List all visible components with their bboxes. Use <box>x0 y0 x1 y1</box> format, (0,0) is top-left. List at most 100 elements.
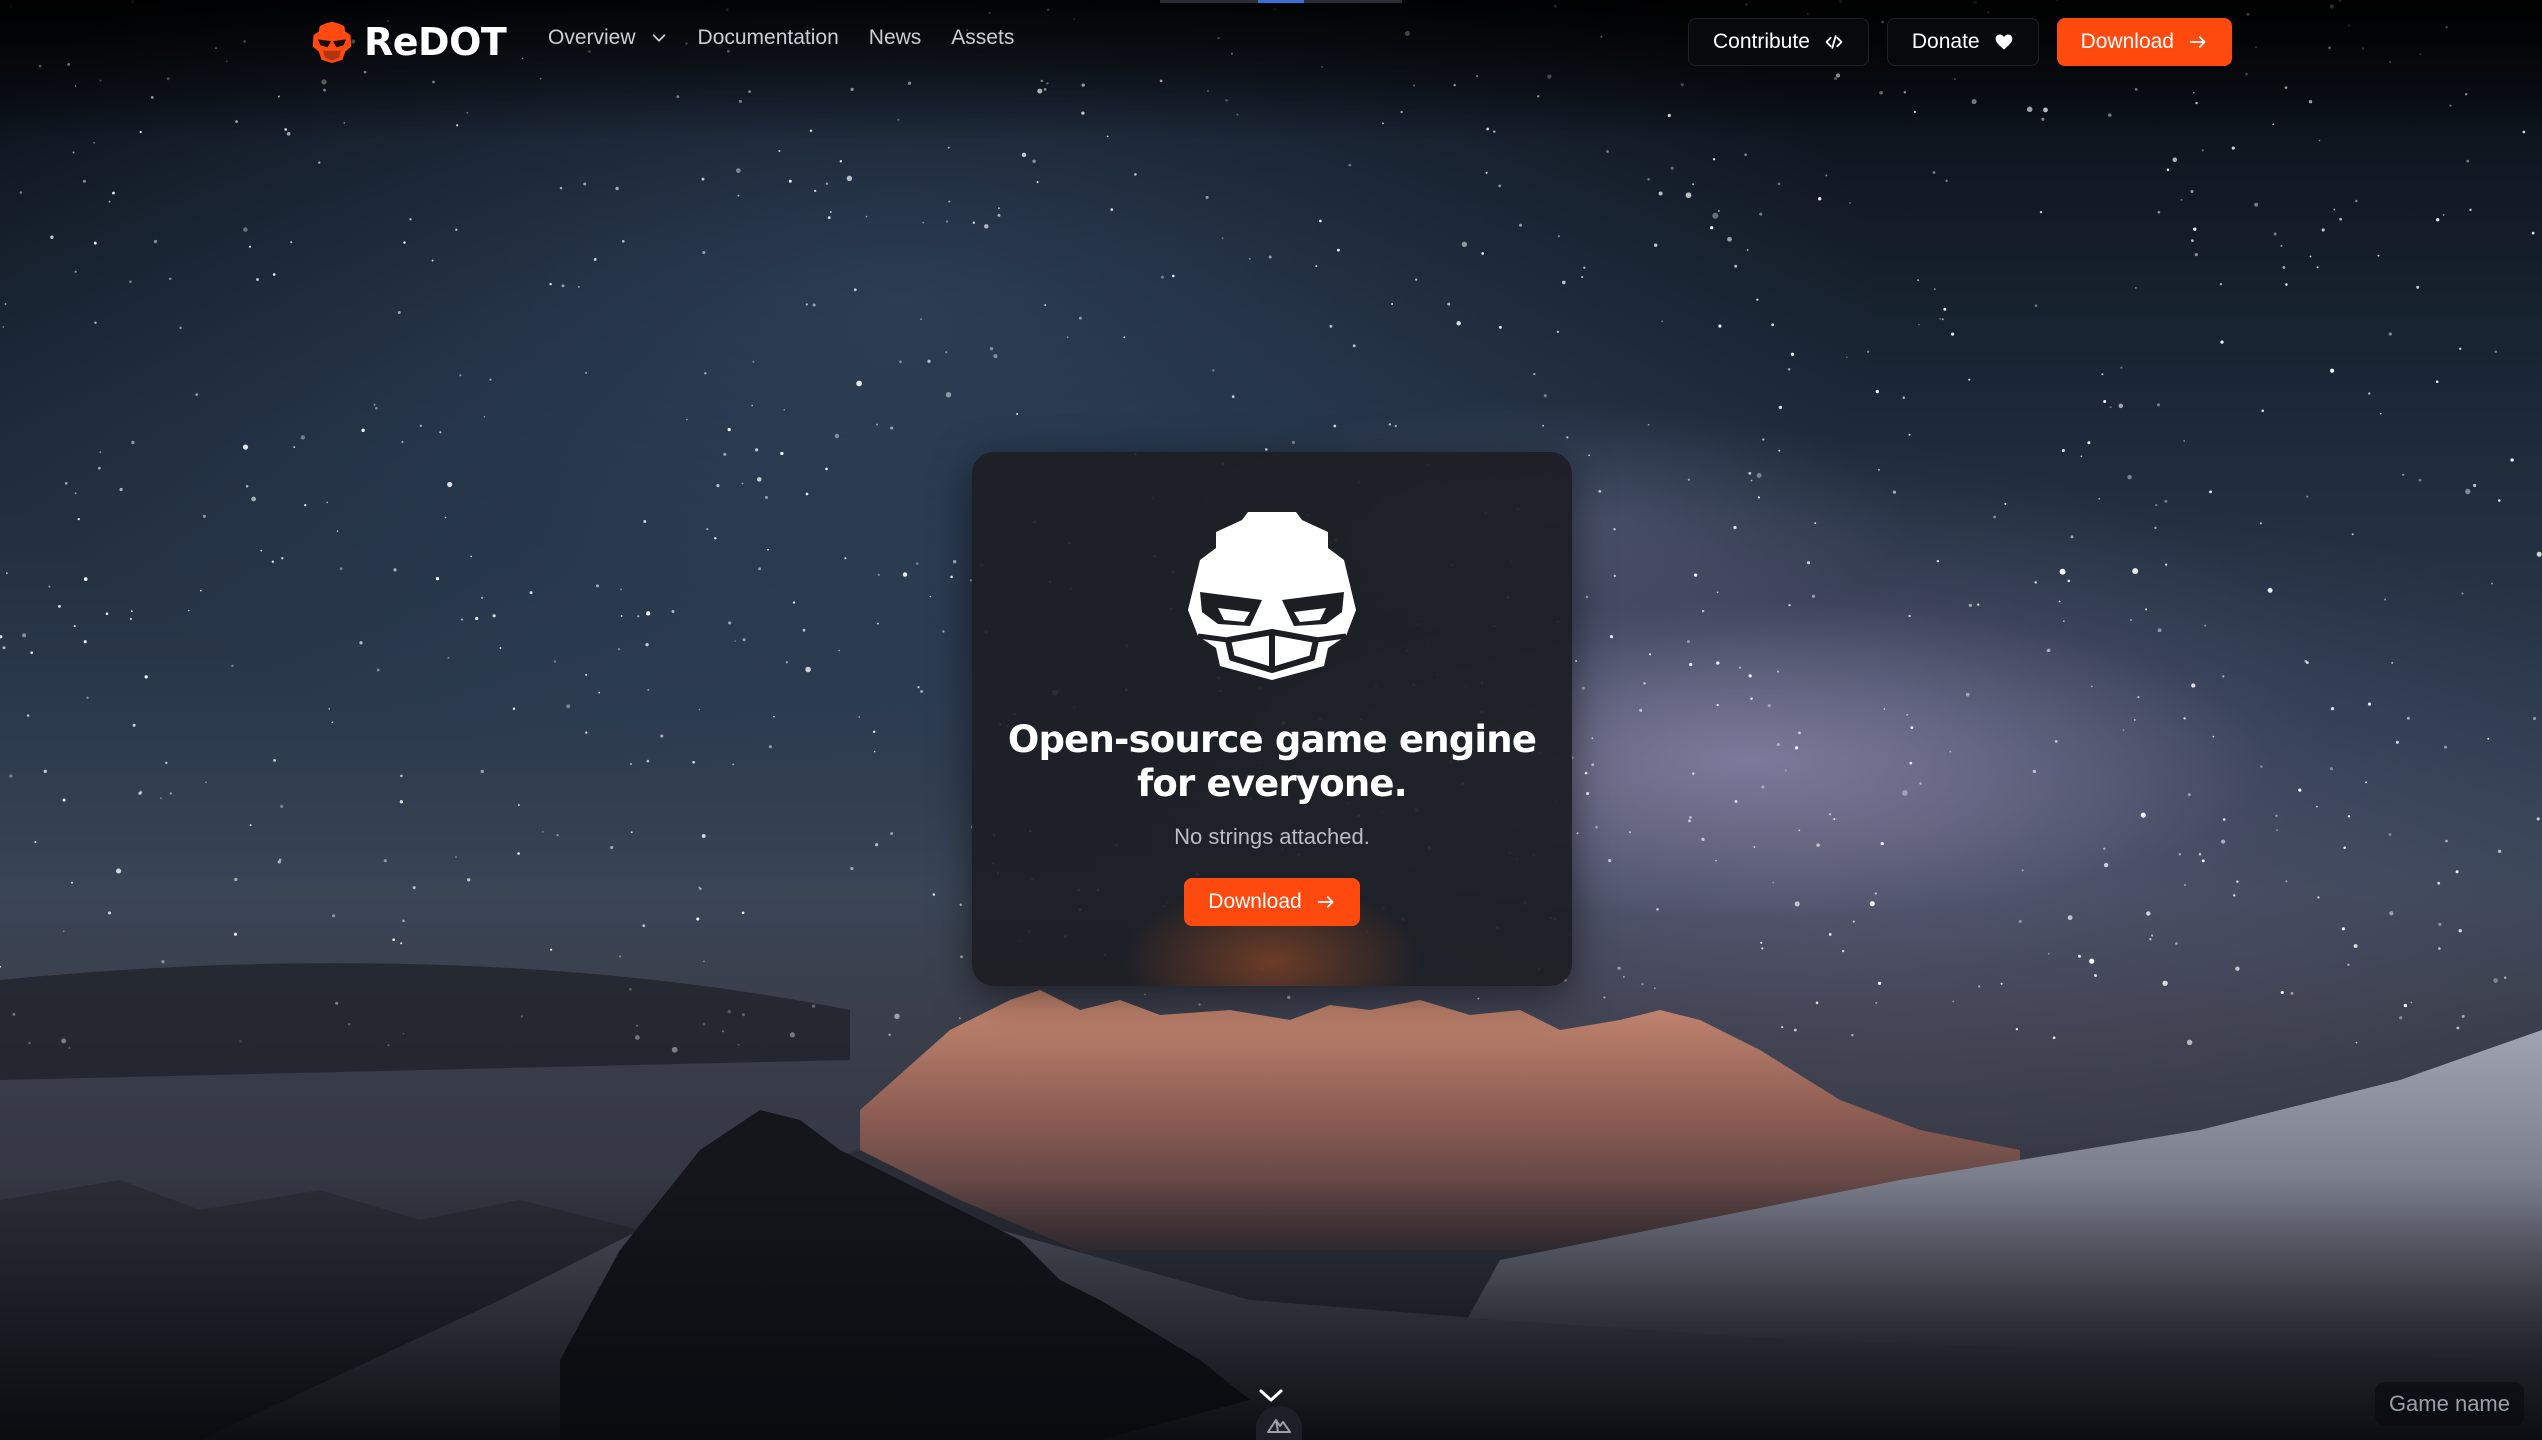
nav-documentation[interactable]: Documentation <box>698 26 839 50</box>
star <box>2034 304 2038 308</box>
contribute-button[interactable]: Contribute <box>1687 18 1869 66</box>
star <box>1689 816 1692 819</box>
star <box>1692 772 1695 775</box>
star <box>834 433 840 439</box>
chevron-down-icon[interactable] <box>1257 1386 1285 1406</box>
star <box>2469 208 2472 212</box>
download-nav-button[interactable]: Download <box>2056 18 2232 66</box>
star <box>2531 231 2535 235</box>
star <box>2094 974 2097 977</box>
star <box>2290 992 2294 995</box>
star <box>922 221 925 224</box>
star <box>2067 915 2073 921</box>
star <box>1016 413 1019 415</box>
star <box>1932 171 1936 174</box>
star <box>2039 210 2043 214</box>
star <box>2365 781 2368 784</box>
star <box>732 763 735 766</box>
star <box>383 859 387 863</box>
nav-assets[interactable]: Assets <box>951 26 1014 50</box>
star <box>1248 257 1251 260</box>
star <box>64 481 68 485</box>
arrow-right-icon <box>1317 896 1334 908</box>
star <box>245 485 249 488</box>
star <box>58 605 61 608</box>
star <box>2435 380 2439 383</box>
star <box>2536 817 2540 821</box>
brand-home-link[interactable]: ReDOT <box>310 18 507 66</box>
star <box>1977 985 1981 988</box>
star <box>2339 217 2342 221</box>
star <box>2377 254 2380 257</box>
star <box>2267 587 2273 593</box>
star <box>2191 683 2196 688</box>
star <box>1814 522 1817 524</box>
star <box>630 831 633 834</box>
star <box>1693 573 1698 577</box>
star <box>2280 244 2283 247</box>
star <box>331 721 334 724</box>
star <box>1750 479 1753 482</box>
star <box>585 372 587 374</box>
star <box>2140 812 2146 818</box>
contribute-label: Contribute <box>1712 30 1810 53</box>
star <box>2204 624 2207 627</box>
star <box>2109 406 2112 409</box>
nav-overview-label: Overview <box>548 26 636 49</box>
nav-news[interactable]: News <box>869 26 922 50</box>
star <box>2103 847 2106 850</box>
star <box>706 528 709 531</box>
star <box>2391 661 2394 664</box>
nav-overview[interactable]: Overview <box>548 26 668 50</box>
game-name-label[interactable]: Game name <box>2374 1382 2524 1426</box>
star <box>1849 201 1852 204</box>
star <box>2 325 5 328</box>
star <box>2536 551 2542 557</box>
star <box>1584 771 1588 775</box>
star <box>1977 603 1980 606</box>
star <box>792 601 796 604</box>
star <box>1291 440 1296 445</box>
star <box>2347 815 2351 818</box>
star <box>132 723 136 727</box>
star <box>74 492 77 495</box>
star <box>838 649 840 652</box>
star <box>6 572 8 574</box>
star <box>1759 212 1763 216</box>
star <box>814 189 817 193</box>
star <box>159 797 162 800</box>
nav-links: Overview Documentation News Assets <box>548 26 1014 50</box>
hero-download-button[interactable]: Download <box>1184 878 1360 926</box>
star <box>1718 210 1720 212</box>
star <box>812 303 816 307</box>
star <box>2103 400 2107 403</box>
star <box>850 866 854 871</box>
star <box>1778 449 1781 452</box>
star <box>1878 469 1880 471</box>
star <box>899 360 902 364</box>
star <box>875 843 879 847</box>
star <box>1949 750 1952 753</box>
bottom-badge[interactable] <box>1256 1406 1302 1440</box>
star <box>2059 568 2066 575</box>
star <box>2151 934 2154 937</box>
star <box>647 688 650 691</box>
star <box>742 638 746 642</box>
star <box>1875 1001 1878 1004</box>
star <box>2321 228 2325 232</box>
star <box>73 625 76 628</box>
hero-title-line2: for everyone. <box>1137 762 1408 805</box>
star <box>953 560 957 564</box>
star <box>559 186 563 190</box>
star <box>1781 1026 1784 1029</box>
star <box>2061 448 2065 453</box>
star <box>561 284 565 288</box>
star <box>444 516 447 519</box>
star <box>1712 212 1719 219</box>
star <box>1833 818 1836 821</box>
star <box>615 186 619 191</box>
donate-button[interactable]: Donate <box>1886 18 2039 66</box>
star <box>2510 458 2514 462</box>
star <box>1968 378 1971 381</box>
page: ReDOT Overview Documentation News Assets… <box>0 0 2542 1440</box>
